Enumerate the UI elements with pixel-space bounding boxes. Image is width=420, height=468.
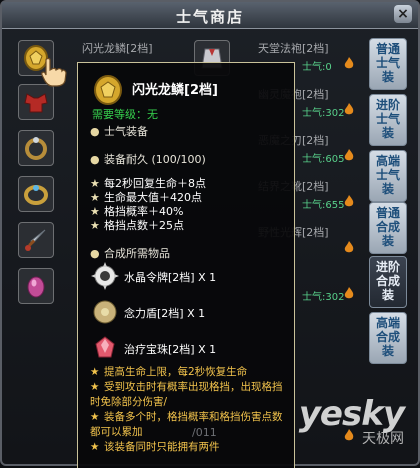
tooltip-durability: 装备耐久 (100/100)	[104, 153, 206, 166]
item-name: 天堂法袍[2档]	[258, 42, 329, 55]
tooltip-description: ★ 提高生命上限，每2秒恢复生命 ★ 受到攻击时有概率出现格挡，出现格挡时免除部分伤…	[90, 365, 290, 455]
material-row: 念力盾[2档] X 1	[90, 295, 290, 329]
item-price: 士气:302	[302, 108, 345, 119]
golden-shield-icon	[94, 75, 122, 105]
item-price: 士气:0	[302, 62, 332, 73]
tab-basic-crafted-gear[interactable]: 普通 合成装	[369, 202, 407, 254]
obscured-text-fragment: /011	[192, 426, 217, 439]
tooltip-type: 士气装备	[104, 125, 148, 138]
item-price: 士气:302	[302, 292, 345, 303]
item-tooltip: 闪光龙鳞[2档] 需要等级：无 ● 士气装备 ● 装备耐久 (100/100) ★ 每…	[77, 62, 295, 468]
tab-high-end-crafted-gear[interactable]: 高端 合成装	[369, 312, 407, 364]
tab-advanced-crafted-gear[interactable]: 进阶 合成装	[369, 256, 407, 308]
description-line: ★ 该装备同时只能拥有两件	[90, 440, 290, 455]
bullet-icon: ●	[90, 125, 100, 138]
flame-icon	[344, 57, 354, 69]
pink-gem-icon	[27, 276, 45, 298]
item-slot-3[interactable]	[18, 130, 54, 166]
description-text: 受到攻击时有概率出现格挡，出现格挡时免除部分伤害/	[90, 381, 283, 408]
description-line: ★ 装备多个时，格挡概率和格挡伤害点数都可以累加	[90, 410, 290, 440]
stat-text: 格挡点数＋25点	[104, 219, 184, 232]
description-text: 装备多个时，格挡概率和格挡伤害点数都可以累加	[90, 411, 283, 438]
hand-cursor-icon	[41, 57, 67, 87]
description-line: ★ 提高生命上限，每2秒恢复生命	[90, 365, 290, 380]
window-title: 士气商店	[175, 8, 244, 26]
description-text: 该装备同时只能拥有两件	[104, 441, 220, 453]
material-name: 治疗宝珠[2档] X 1	[124, 343, 217, 356]
item-name: 闪光龙鳞[2档]	[82, 42, 153, 55]
bullet-icon: ●	[90, 153, 100, 166]
star-icon: ★	[90, 441, 100, 453]
ring-icon	[25, 137, 47, 160]
red-armor-icon	[24, 93, 48, 113]
flame-icon	[344, 241, 354, 253]
item-slot-5[interactable]	[18, 222, 54, 258]
close-button[interactable]: ×	[394, 5, 412, 23]
dagger-icon	[25, 229, 46, 251]
watermark: yesky 天极网	[299, 394, 405, 448]
item-price: 士气:655	[302, 200, 345, 211]
star-icon: ★	[90, 381, 100, 393]
tooltip-item-name: 闪光龙鳞[2档]	[132, 83, 218, 98]
star-icon: ★	[90, 411, 100, 423]
morale-shop-window: 士气商店 × 闪光龙鳞[2档] 天堂法袍[2档] 士气:0 幽灵魔袍[2档] 士…	[0, 0, 420, 468]
item-slot-4[interactable]	[18, 176, 54, 212]
flame-icon	[344, 195, 354, 207]
description-line: ★ 受到攻击时有概率出现格挡，出现格挡时免除部分伤害/	[90, 380, 290, 410]
star-icon: ★	[90, 366, 100, 378]
item-slot-6[interactable]	[18, 268, 54, 304]
flame-icon	[344, 149, 354, 161]
material-name: 念力盾[2档] X 1	[124, 307, 206, 320]
flame-icon	[344, 287, 354, 299]
material-row: 水晶令牌[2档] X 1	[90, 259, 290, 293]
tooltip-level-requirement: 需要等级：无	[92, 108, 158, 121]
crystal-token-icon	[91, 262, 119, 290]
gold-ring-icon	[24, 185, 48, 205]
star-icon: ★	[90, 219, 100, 232]
healing-orb-icon	[95, 336, 115, 358]
description-text: 提高生命上限，每2秒恢复生命	[104, 366, 248, 378]
tooltip-type-line: ● 士气装备	[90, 123, 148, 139]
title-bar: 士气商店 ×	[2, 2, 418, 29]
tooltip-stat: ★ 格挡点数＋25点	[90, 217, 184, 233]
psychic-shield-icon	[93, 300, 117, 324]
item-price: 士气:605	[302, 154, 345, 165]
tab-high-end-morale-gear[interactable]: 高端 士气装	[369, 150, 407, 202]
flame-icon	[344, 103, 354, 115]
item-slot-2[interactable]	[18, 84, 54, 120]
tab-advanced-morale-gear[interactable]: 进阶 士气装	[369, 94, 407, 146]
material-row: 治疗宝珠[2档] X 1	[90, 331, 290, 365]
tooltip-durability-line: ● 装备耐久 (100/100)	[90, 151, 206, 167]
material-name: 水晶令牌[2档] X 1	[124, 271, 217, 284]
tab-basic-morale-gear[interactable]: 普通 士气装	[369, 38, 407, 90]
watermark-subtitle: 天极网	[362, 431, 404, 447]
